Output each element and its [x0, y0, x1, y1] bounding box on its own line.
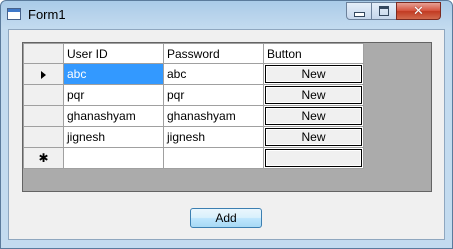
new-button[interactable]: New: [265, 107, 362, 125]
minimize-button[interactable]: [346, 2, 372, 20]
minimize-icon: [353, 11, 365, 17]
new-button[interactable]: New: [265, 128, 362, 146]
column-header-row: User ID Password Button: [23, 43, 364, 64]
new-button[interactable]: New: [265, 65, 362, 83]
password-cell[interactable]: jignesh: [163, 126, 264, 148]
current-row-arrow-icon: [41, 70, 46, 79]
window-icon[interactable]: [7, 8, 21, 20]
new-button[interactable]: New: [265, 86, 362, 104]
row-header[interactable]: [23, 63, 64, 85]
column-header-password[interactable]: Password: [163, 43, 264, 64]
form1-window: Form1 ✕ User ID Password Button abc abc …: [0, 0, 453, 249]
title-bar[interactable]: Form1 ✕: [1, 1, 452, 29]
new-row-asterisk-icon: ✱: [38, 151, 49, 165]
data-grid-view[interactable]: User ID Password Button abc abc New pqr …: [22, 42, 432, 192]
user-id-cell[interactable]: ghanashyam: [63, 105, 164, 127]
new-row-header[interactable]: ✱: [23, 147, 64, 169]
close-button[interactable]: ✕: [396, 2, 441, 20]
button-cell: [263, 147, 364, 169]
row-header[interactable]: [23, 105, 64, 127]
column-header-user-id[interactable]: User ID: [63, 43, 164, 64]
window-title: Form1: [28, 7, 66, 22]
user-id-cell[interactable]: jignesh: [63, 126, 164, 148]
password-cell[interactable]: pqr: [163, 84, 264, 106]
form-client-area: User ID Password Button abc abc New pqr …: [8, 29, 445, 240]
close-icon: ✕: [413, 3, 424, 19]
button-cell: New: [263, 105, 364, 127]
grid-table: User ID Password Button abc abc New pqr …: [23, 43, 364, 169]
row-header[interactable]: [23, 126, 64, 148]
maximize-button[interactable]: [371, 2, 397, 20]
new-row-button[interactable]: [265, 149, 362, 167]
user-id-cell[interactable]: pqr: [63, 84, 164, 106]
new-user-id-cell[interactable]: [63, 147, 164, 169]
maximize-icon: [379, 6, 389, 16]
add-button[interactable]: Add: [190, 208, 262, 228]
user-id-cell[interactable]: abc: [63, 63, 164, 85]
password-cell[interactable]: abc: [163, 63, 264, 85]
button-cell: New: [263, 63, 364, 85]
button-cell: New: [263, 126, 364, 148]
new-row: ✱: [23, 147, 364, 169]
password-cell[interactable]: ghanashyam: [163, 105, 264, 127]
table-row: pqr pqr New: [23, 84, 364, 106]
new-password-cell[interactable]: [163, 147, 264, 169]
row-header[interactable]: [23, 84, 64, 106]
table-row: jignesh jignesh New: [23, 126, 364, 148]
top-left-header-cell[interactable]: [23, 43, 64, 64]
table-row: abc abc New: [23, 63, 364, 85]
button-cell: New: [263, 84, 364, 106]
column-header-button[interactable]: Button: [263, 43, 364, 64]
table-row: ghanashyam ghanashyam New: [23, 105, 364, 127]
